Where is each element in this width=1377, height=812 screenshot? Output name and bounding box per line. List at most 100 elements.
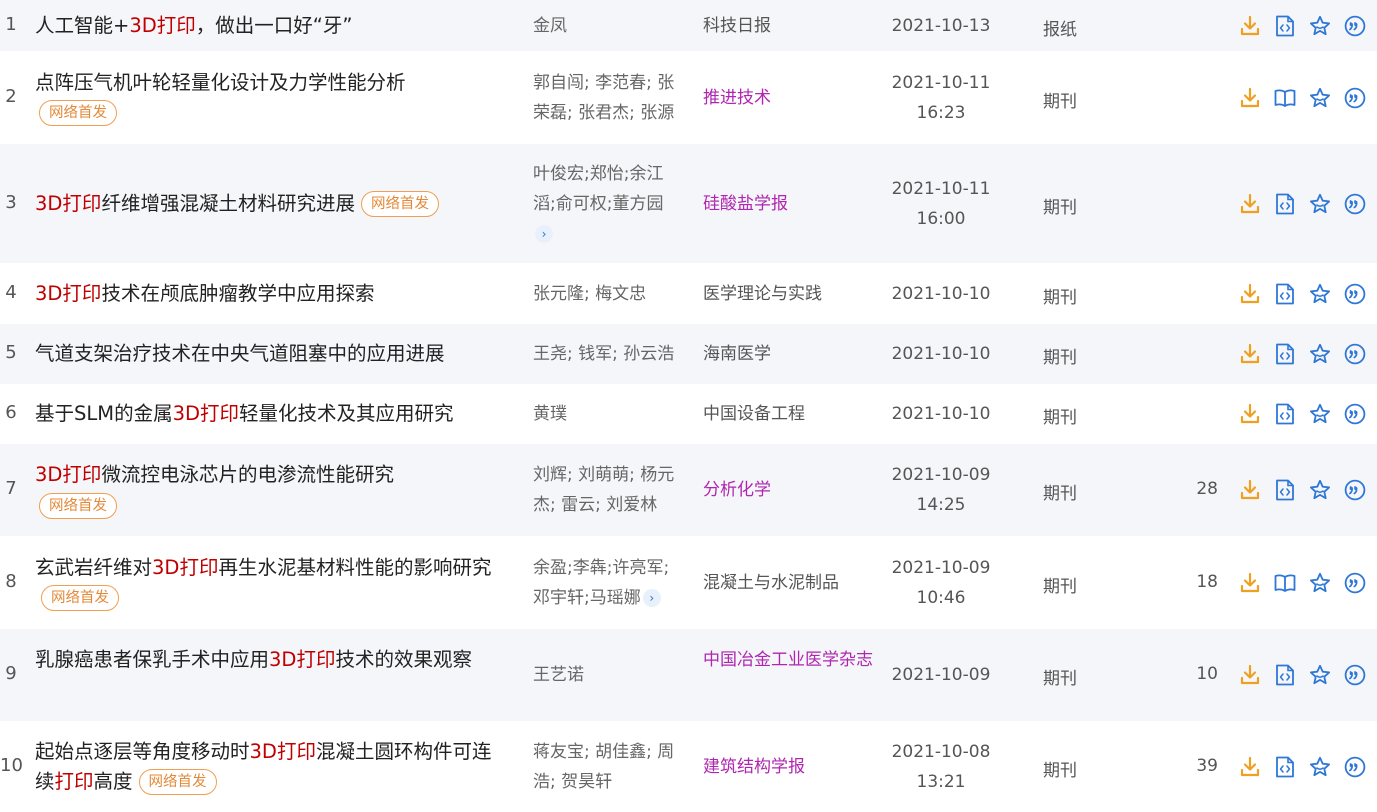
expand-authors-icon[interactable]: › bbox=[535, 224, 553, 243]
cite-icon[interactable] bbox=[1343, 282, 1367, 306]
time-text: 13:21 bbox=[916, 771, 966, 792]
cite-icon[interactable] bbox=[1343, 663, 1367, 687]
download-icon[interactable] bbox=[1238, 663, 1262, 687]
row-number: 2 bbox=[5, 85, 17, 107]
result-title-link[interactable]: 玄武岩纤维对3D打印再生水泥基材料性能的影响研究网络首发 bbox=[35, 553, 510, 613]
book-read-icon[interactable] bbox=[1273, 86, 1297, 110]
source-journal-link[interactable]: 推进技术 bbox=[703, 83, 883, 113]
download-icon[interactable] bbox=[1238, 402, 1262, 426]
source-journal-link[interactable]: 科技日报 bbox=[703, 11, 883, 41]
html-read-icon[interactable] bbox=[1273, 282, 1297, 306]
html-read-icon[interactable] bbox=[1273, 663, 1297, 687]
time-text: 10:46 bbox=[916, 587, 966, 608]
authors[interactable]: 王艺诺 bbox=[533, 660, 683, 690]
favorite-icon[interactable] bbox=[1308, 282, 1332, 306]
authors[interactable]: 金凤 bbox=[533, 11, 683, 41]
date-text: 2021-10-10 bbox=[891, 283, 991, 304]
favorite-icon[interactable] bbox=[1308, 14, 1332, 38]
source-journal-link[interactable]: 硅酸盐学报 bbox=[703, 189, 883, 219]
table-row: 1 人工智能+3D打印，做出一口好“牙” 金凤 科技日报 2021-10-13 报纸 bbox=[0, 0, 1377, 51]
database-type: 期刊 bbox=[1043, 669, 1077, 689]
authors[interactable]: 郭自闯; 李范春; 张荣磊; 张君杰; 张源 bbox=[533, 68, 683, 128]
row-actions bbox=[1238, 755, 1377, 779]
publish-date: 2021-10-10 bbox=[880, 399, 1002, 429]
authors-text: 黄璞 bbox=[533, 404, 567, 424]
cite-icon[interactable] bbox=[1343, 571, 1367, 595]
citation-count[interactable]: 28 bbox=[1160, 479, 1218, 499]
result-title-link[interactable]: 起始点逐层等角度移动时3D打印混凝土圆环构件可连续打印高度 网络首发 bbox=[35, 737, 510, 797]
expand-authors-icon[interactable]: › bbox=[642, 588, 661, 607]
title-keyword-highlight: 3D打印 bbox=[129, 13, 196, 37]
favorite-icon[interactable] bbox=[1308, 342, 1332, 366]
publish-date: 2021-10-09 10:46 bbox=[880, 553, 1002, 613]
authors-text: 蒋友宝; 胡佳鑫; 周浩; 贺昊轩 bbox=[533, 741, 675, 792]
result-title-link[interactable]: 点阵压气机叶轮轻量化设计及力学性能分析 网络首发 bbox=[35, 68, 510, 128]
source-journal-link[interactable]: 混凝土与水泥制品 bbox=[703, 568, 883, 598]
authors[interactable]: 张元隆; 梅文忠 bbox=[533, 279, 683, 309]
favorite-icon[interactable] bbox=[1308, 402, 1332, 426]
title-text: 乳腺癌患者保乳手术中应用 bbox=[35, 648, 270, 671]
html-read-icon[interactable] bbox=[1273, 192, 1297, 216]
download-icon[interactable] bbox=[1238, 571, 1262, 595]
html-read-icon[interactable] bbox=[1273, 342, 1297, 366]
favorite-icon[interactable] bbox=[1308, 86, 1332, 110]
source-journal-link[interactable]: 分析化学 bbox=[703, 475, 883, 505]
favorite-icon[interactable] bbox=[1308, 755, 1332, 779]
result-title-link[interactable]: 人工智能+3D打印，做出一口好“牙” bbox=[35, 11, 510, 41]
result-title-link[interactable]: 3D打印微流控电泳芯片的电渗流性能研究 网络首发 bbox=[35, 460, 510, 520]
download-icon[interactable] bbox=[1238, 192, 1262, 216]
citation-count[interactable]: 39 bbox=[1160, 756, 1218, 776]
title-keyword-highlight: 3D打印 bbox=[35, 463, 102, 486]
cite-icon[interactable] bbox=[1343, 478, 1367, 502]
source-journal-link[interactable]: 建筑结构学报 bbox=[703, 752, 883, 782]
table-row: 2 点阵压气机叶轮轻量化设计及力学性能分析 网络首发 郭自闯; 李范春; 张荣磊; 张… bbox=[0, 51, 1377, 144]
cite-icon[interactable] bbox=[1343, 14, 1367, 38]
result-title-link[interactable]: 基于SLM的金属3D打印轻量化技术及其应用研究 bbox=[35, 399, 510, 429]
title-keyword-highlight: 打印 bbox=[54, 769, 94, 793]
authors[interactable]: 刘辉; 刘萌萌; 杨元杰; 雷云; 刘爱林 bbox=[533, 460, 683, 520]
authors[interactable]: 黄璞 bbox=[533, 399, 683, 429]
source-journal-link[interactable]: 中国冶金工业医学杂志 bbox=[703, 645, 873, 675]
cite-icon[interactable] bbox=[1343, 402, 1367, 426]
download-icon[interactable] bbox=[1238, 342, 1262, 366]
row-number: 9 bbox=[5, 663, 17, 684]
date-text: 2021-10-13 bbox=[891, 15, 991, 36]
authors[interactable]: 王尧; 钱军; 孙云浩 bbox=[533, 339, 683, 369]
favorite-icon[interactable] bbox=[1308, 478, 1332, 502]
cite-icon[interactable] bbox=[1343, 342, 1367, 366]
source-journal-link[interactable]: 中国设备工程 bbox=[703, 399, 883, 429]
download-icon[interactable] bbox=[1238, 755, 1262, 779]
authors[interactable]: 余盈;李犇;许亮军;邓宇轩;马瑶娜 › bbox=[533, 553, 683, 613]
download-icon[interactable] bbox=[1238, 478, 1262, 502]
table-row: 4 3D打印技术在颅底肿瘤教学中应用探索 张元隆; 梅文忠 医学理论与实践 2021-1… bbox=[0, 263, 1377, 324]
date-text: 2021-10-10 bbox=[891, 404, 991, 424]
publish-date: 2021-10-08 13:21 bbox=[880, 737, 1002, 797]
result-title-link[interactable]: 3D打印技术在颅底肿瘤教学中应用探索 bbox=[35, 279, 510, 309]
html-read-icon[interactable] bbox=[1273, 478, 1297, 502]
source-journal-link[interactable]: 医学理论与实践 bbox=[703, 279, 883, 309]
title-text: 轻量化技术及其应用研究 bbox=[239, 402, 454, 425]
title-text: 点阵压气机叶轮轻量化设计及力学性能分析 bbox=[35, 70, 406, 94]
download-icon[interactable] bbox=[1238, 86, 1262, 110]
result-title-link[interactable]: 气道支架治疗技术在中央气道阻塞中的应用进展 bbox=[35, 339, 510, 369]
authors[interactable]: 叶俊宏;郑怡;余江滔;俞可权;董方园 › bbox=[533, 159, 683, 249]
citation-count[interactable]: 10 bbox=[1160, 664, 1218, 684]
citation-count[interactable]: 18 bbox=[1160, 572, 1218, 592]
favorite-icon[interactable] bbox=[1308, 571, 1332, 595]
download-icon[interactable] bbox=[1238, 282, 1262, 306]
html-read-icon[interactable] bbox=[1273, 14, 1297, 38]
cite-icon[interactable] bbox=[1343, 192, 1367, 216]
favorite-icon[interactable] bbox=[1308, 192, 1332, 216]
result-title-link[interactable]: 3D打印纤维增强混凝土材料研究进展 网络首发 bbox=[35, 189, 510, 219]
cite-icon[interactable] bbox=[1343, 86, 1367, 110]
favorite-icon[interactable] bbox=[1308, 663, 1332, 687]
cite-icon[interactable] bbox=[1343, 755, 1367, 779]
download-icon[interactable] bbox=[1238, 14, 1262, 38]
html-read-icon[interactable] bbox=[1273, 402, 1297, 426]
result-title-link[interactable]: 乳腺癌患者保乳手术中应用3D打印技术的效果观察 bbox=[35, 645, 510, 675]
html-read-icon[interactable] bbox=[1273, 755, 1297, 779]
authors[interactable]: 蒋友宝; 胡佳鑫; 周浩; 贺昊轩 bbox=[533, 737, 683, 797]
source-journal-link[interactable]: 海南医学 bbox=[703, 339, 883, 369]
book-read-icon[interactable] bbox=[1273, 571, 1297, 595]
title-text: 气道支架治疗技术在中央气道阻塞中的应用进展 bbox=[35, 342, 445, 365]
